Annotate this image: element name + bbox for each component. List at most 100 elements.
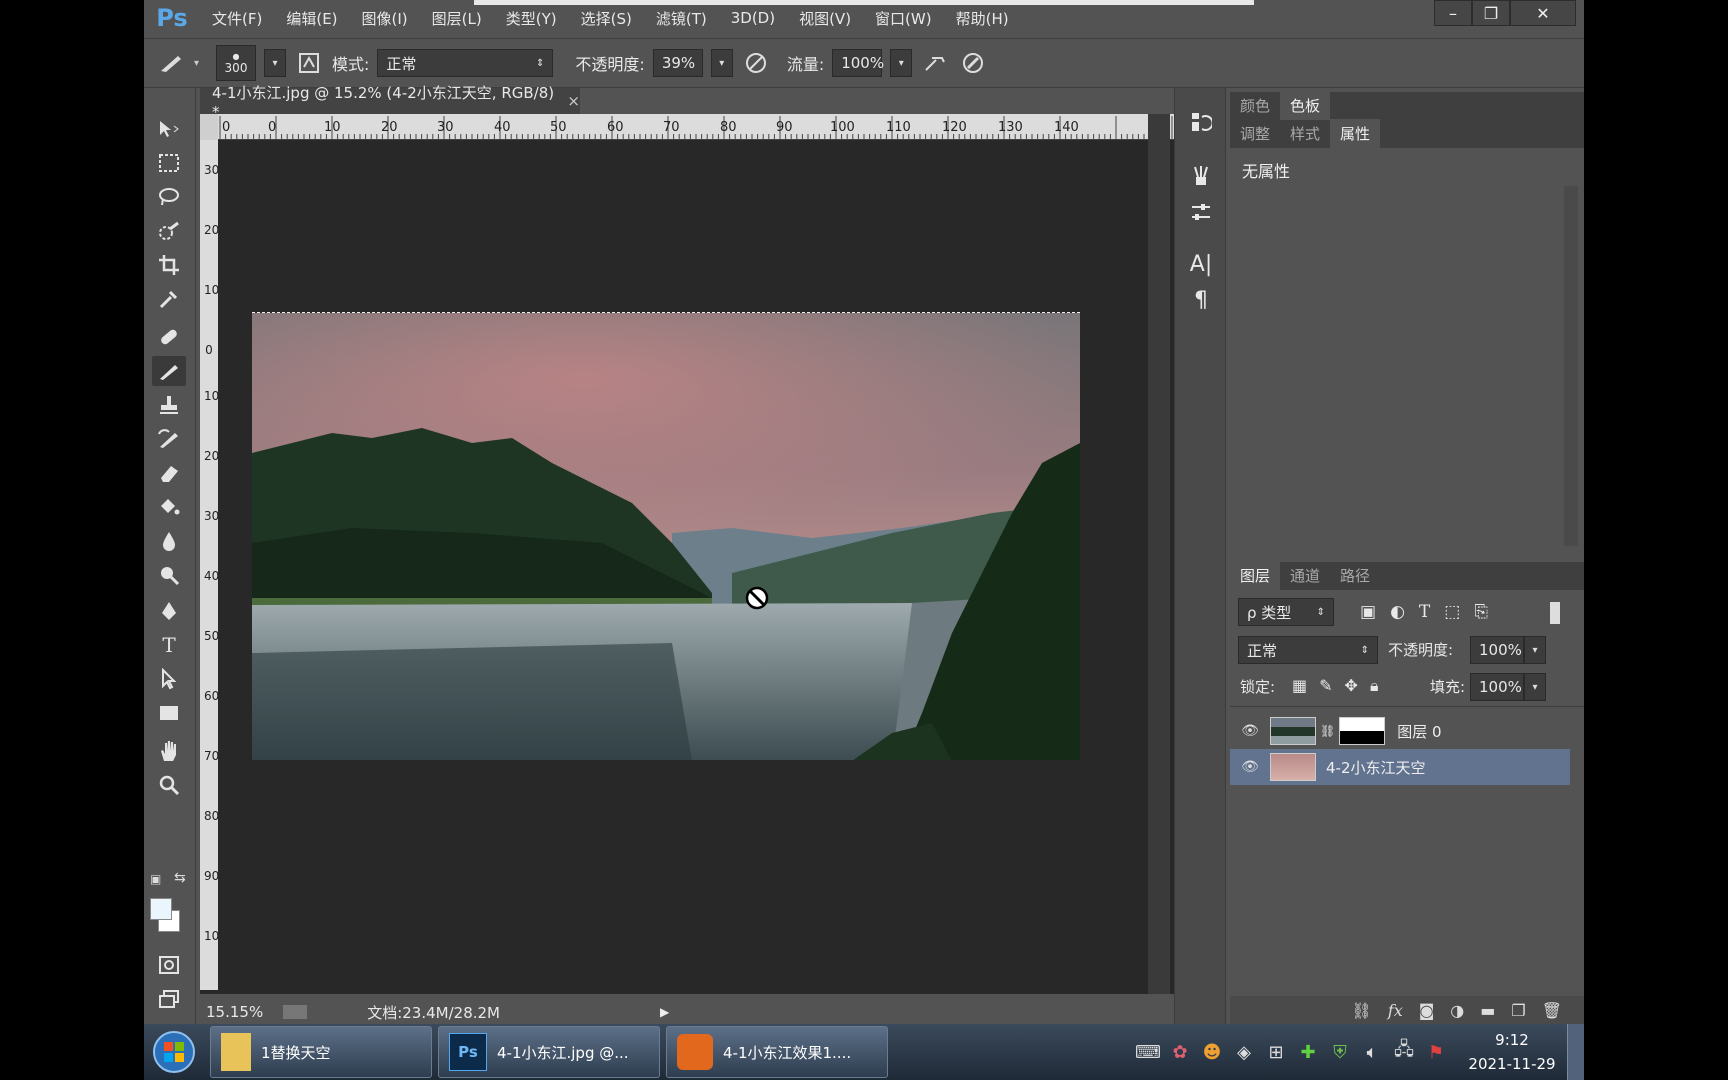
layer-name[interactable]: 图层 0 bbox=[1397, 721, 1441, 742]
brush-panel-toggle-icon[interactable] bbox=[294, 48, 324, 78]
eraser-tool-icon[interactable] bbox=[152, 458, 186, 488]
horizontal-ruler[interactable]: 0 0 10 20 30 40 50 60 70 80 90 100 110 1… bbox=[218, 114, 1200, 140]
tab-color[interactable]: 颜色 bbox=[1230, 91, 1280, 120]
document-tab[interactable]: 4-1小东江.jpg @ 15.2% (4-2小东江天空, RGB/8) * × bbox=[200, 84, 580, 121]
close-tab-icon[interactable]: × bbox=[567, 92, 580, 110]
menu-window[interactable]: 窗口(W) bbox=[863, 8, 944, 29]
new-layer-icon[interactable]: ❐ bbox=[1511, 1001, 1525, 1020]
network-icon[interactable]: 🖧︎ bbox=[1391, 1039, 1417, 1065]
foreground-color-swatch[interactable] bbox=[150, 898, 172, 920]
delete-layer-trash-icon[interactable]: 🗑︎ bbox=[1542, 1001, 1562, 1020]
menu-edit[interactable]: 编辑(E) bbox=[274, 8, 349, 29]
menu-select[interactable]: 选择(S) bbox=[569, 8, 644, 29]
preset-dropdown-icon[interactable]: ▾ bbox=[194, 58, 208, 69]
layer-row[interactable]: 👁︎ ⛓ 图层 0 bbox=[1230, 713, 1570, 749]
new-group-folder-icon[interactable]: ▬ bbox=[1480, 1001, 1495, 1020]
vertical-scrollbar[interactable] bbox=[1148, 114, 1170, 994]
clock[interactable]: 9:12 2021-11-29 bbox=[1457, 1028, 1567, 1076]
new-adjustment-icon[interactable]: ◑ bbox=[1450, 1001, 1464, 1020]
vertical-ruler[interactable]: 30 20 10 0 10 20 30 40 50 60 70 80 90 10… bbox=[200, 140, 218, 990]
blend-mode-select[interactable]: 正常 ⇕ bbox=[1238, 636, 1378, 664]
shield-icon[interactable]: ⛨ bbox=[1327, 1039, 1353, 1065]
zoom-level[interactable]: 15.15% bbox=[206, 1003, 263, 1021]
restore-button[interactable]: ❐ bbox=[1472, 0, 1510, 26]
brush-presets-icon[interactable] bbox=[1185, 160, 1217, 192]
layer-mask-thumbnail[interactable] bbox=[1339, 717, 1386, 745]
airbrush-icon[interactable] bbox=[920, 48, 950, 78]
flow-dropdown[interactable]: ▾ bbox=[890, 49, 913, 77]
minimize-button[interactable]: – bbox=[1434, 0, 1472, 26]
tab-paths[interactable]: 路径 bbox=[1330, 561, 1380, 590]
lasso-tool-icon[interactable] bbox=[152, 182, 186, 212]
tab-properties[interactable]: 属性 bbox=[1330, 119, 1381, 148]
fill-dropdown[interactable]: ▾ bbox=[1524, 673, 1546, 701]
filter-pixel-icon[interactable]: ▣ bbox=[1360, 602, 1376, 622]
quick-select-tool-icon[interactable] bbox=[152, 216, 186, 246]
layer-style-fx-icon[interactable]: fx bbox=[1388, 1001, 1403, 1020]
screen-mode-icon[interactable] bbox=[152, 984, 186, 1014]
swap-colors-icon[interactable]: ⇆ bbox=[174, 870, 186, 886]
keyboard-icon[interactable]: ⌨ bbox=[1135, 1039, 1161, 1065]
menu-file[interactable]: 文件(F) bbox=[200, 8, 274, 29]
add-mask-icon[interactable]: ◙ bbox=[1419, 1001, 1435, 1020]
flow-input[interactable]: 100% bbox=[832, 49, 884, 77]
pressure-size-icon[interactable] bbox=[958, 48, 988, 78]
menu-3d[interactable]: 3D(D) bbox=[719, 9, 787, 27]
taskbar-item-viewer[interactable]: 4-1小东江效果1.... bbox=[666, 1026, 888, 1078]
menu-view[interactable]: 视图(V) bbox=[787, 8, 863, 29]
menu-layer[interactable]: 图层(L) bbox=[420, 8, 494, 29]
healing-brush-tool-icon[interactable] bbox=[152, 322, 186, 352]
menu-filter[interactable]: 滤镜(T) bbox=[644, 8, 719, 29]
filter-smart-object-icon[interactable]: ⎘ bbox=[1474, 602, 1488, 622]
menu-type[interactable]: 类型(Y) bbox=[494, 8, 569, 29]
lock-position-icon[interactable]: ✥ bbox=[1345, 676, 1358, 696]
clone-stamp-tool-icon[interactable] bbox=[152, 390, 186, 420]
visibility-eye-icon[interactable]: 👁︎ bbox=[1230, 723, 1270, 739]
show-desktop-button[interactable] bbox=[1567, 1024, 1584, 1080]
link-layers-icon[interactable]: ⛓ bbox=[1351, 1001, 1371, 1020]
menu-help[interactable]: 帮助(H) bbox=[944, 8, 1021, 29]
tab-layers[interactable]: 图层 bbox=[1230, 561, 1281, 590]
chain-link-icon[interactable]: ⛓ bbox=[1320, 724, 1335, 738]
lock-pixels-icon[interactable]: ✎ bbox=[1319, 676, 1332, 696]
crop-tool-icon[interactable] bbox=[152, 250, 186, 280]
character-panel-icon[interactable]: A| bbox=[1185, 248, 1217, 280]
canvas-area[interactable]: 0 0 10 20 30 40 50 60 70 80 90 100 110 1… bbox=[200, 114, 1200, 994]
close-button[interactable]: ✕ bbox=[1510, 0, 1576, 26]
eyedropper-tool-icon[interactable] bbox=[152, 284, 186, 314]
status-toggle-icon[interactable] bbox=[283, 1005, 308, 1019]
tool-presets-icon[interactable] bbox=[1185, 196, 1217, 228]
ruler-origin[interactable] bbox=[200, 114, 218, 140]
lock-transparency-icon[interactable]: ▦ bbox=[1292, 676, 1307, 696]
status-menu-arrow-icon[interactable]: ▶ bbox=[660, 1005, 669, 1019]
tab-styles[interactable]: 样式 bbox=[1280, 119, 1330, 148]
layer-opacity-input[interactable]: 100% bbox=[1470, 636, 1524, 664]
rectangle-tool-icon[interactable] bbox=[152, 698, 186, 728]
properties-scrollbar[interactable] bbox=[1564, 186, 1578, 546]
layer-row-selected[interactable]: 👁︎ 4-2小东江天空 bbox=[1230, 749, 1570, 785]
app-tray-icon[interactable]: ✿ bbox=[1167, 1039, 1193, 1065]
type-tool-icon[interactable]: T bbox=[152, 630, 186, 660]
document-image[interactable] bbox=[252, 312, 1080, 760]
blur-tool-icon[interactable] bbox=[152, 526, 186, 556]
layer-opacity-dropdown[interactable]: ▾ bbox=[1524, 636, 1546, 664]
filter-adjustment-icon[interactable]: ◐ bbox=[1390, 602, 1405, 622]
pressure-opacity-icon[interactable] bbox=[741, 48, 771, 78]
action-center-flag-icon[interactable]: ⚑ bbox=[1423, 1039, 1449, 1065]
opacity-dropdown[interactable]: ▾ bbox=[710, 49, 733, 77]
opacity-input[interactable]: 39% bbox=[652, 49, 703, 77]
layer-name[interactable]: 4-2小东江天空 bbox=[1326, 757, 1426, 778]
taskbar-item-explorer[interactable]: 1替换天空 bbox=[210, 1026, 432, 1078]
filter-type-icon[interactable]: T bbox=[1419, 602, 1430, 622]
mode-select[interactable]: 正常 ⇕ bbox=[377, 49, 554, 77]
visibility-eye-icon[interactable]: 👁︎ bbox=[1230, 759, 1270, 775]
tab-adjustments[interactable]: 调整 bbox=[1230, 119, 1280, 148]
qq-tray-icon[interactable]: ☻ bbox=[1199, 1039, 1225, 1065]
volume-icon[interactable]: 🔈︎ bbox=[1359, 1039, 1385, 1065]
pen-tool-icon[interactable] bbox=[152, 596, 186, 626]
move-tool-icon[interactable] bbox=[152, 114, 186, 144]
brush-tool-preset-icon[interactable] bbox=[156, 48, 186, 78]
usb-tray-icon[interactable]: ◈ bbox=[1231, 1039, 1257, 1065]
tab-channels[interactable]: 通道 bbox=[1280, 561, 1330, 590]
menu-image[interactable]: 图像(I) bbox=[350, 8, 420, 29]
